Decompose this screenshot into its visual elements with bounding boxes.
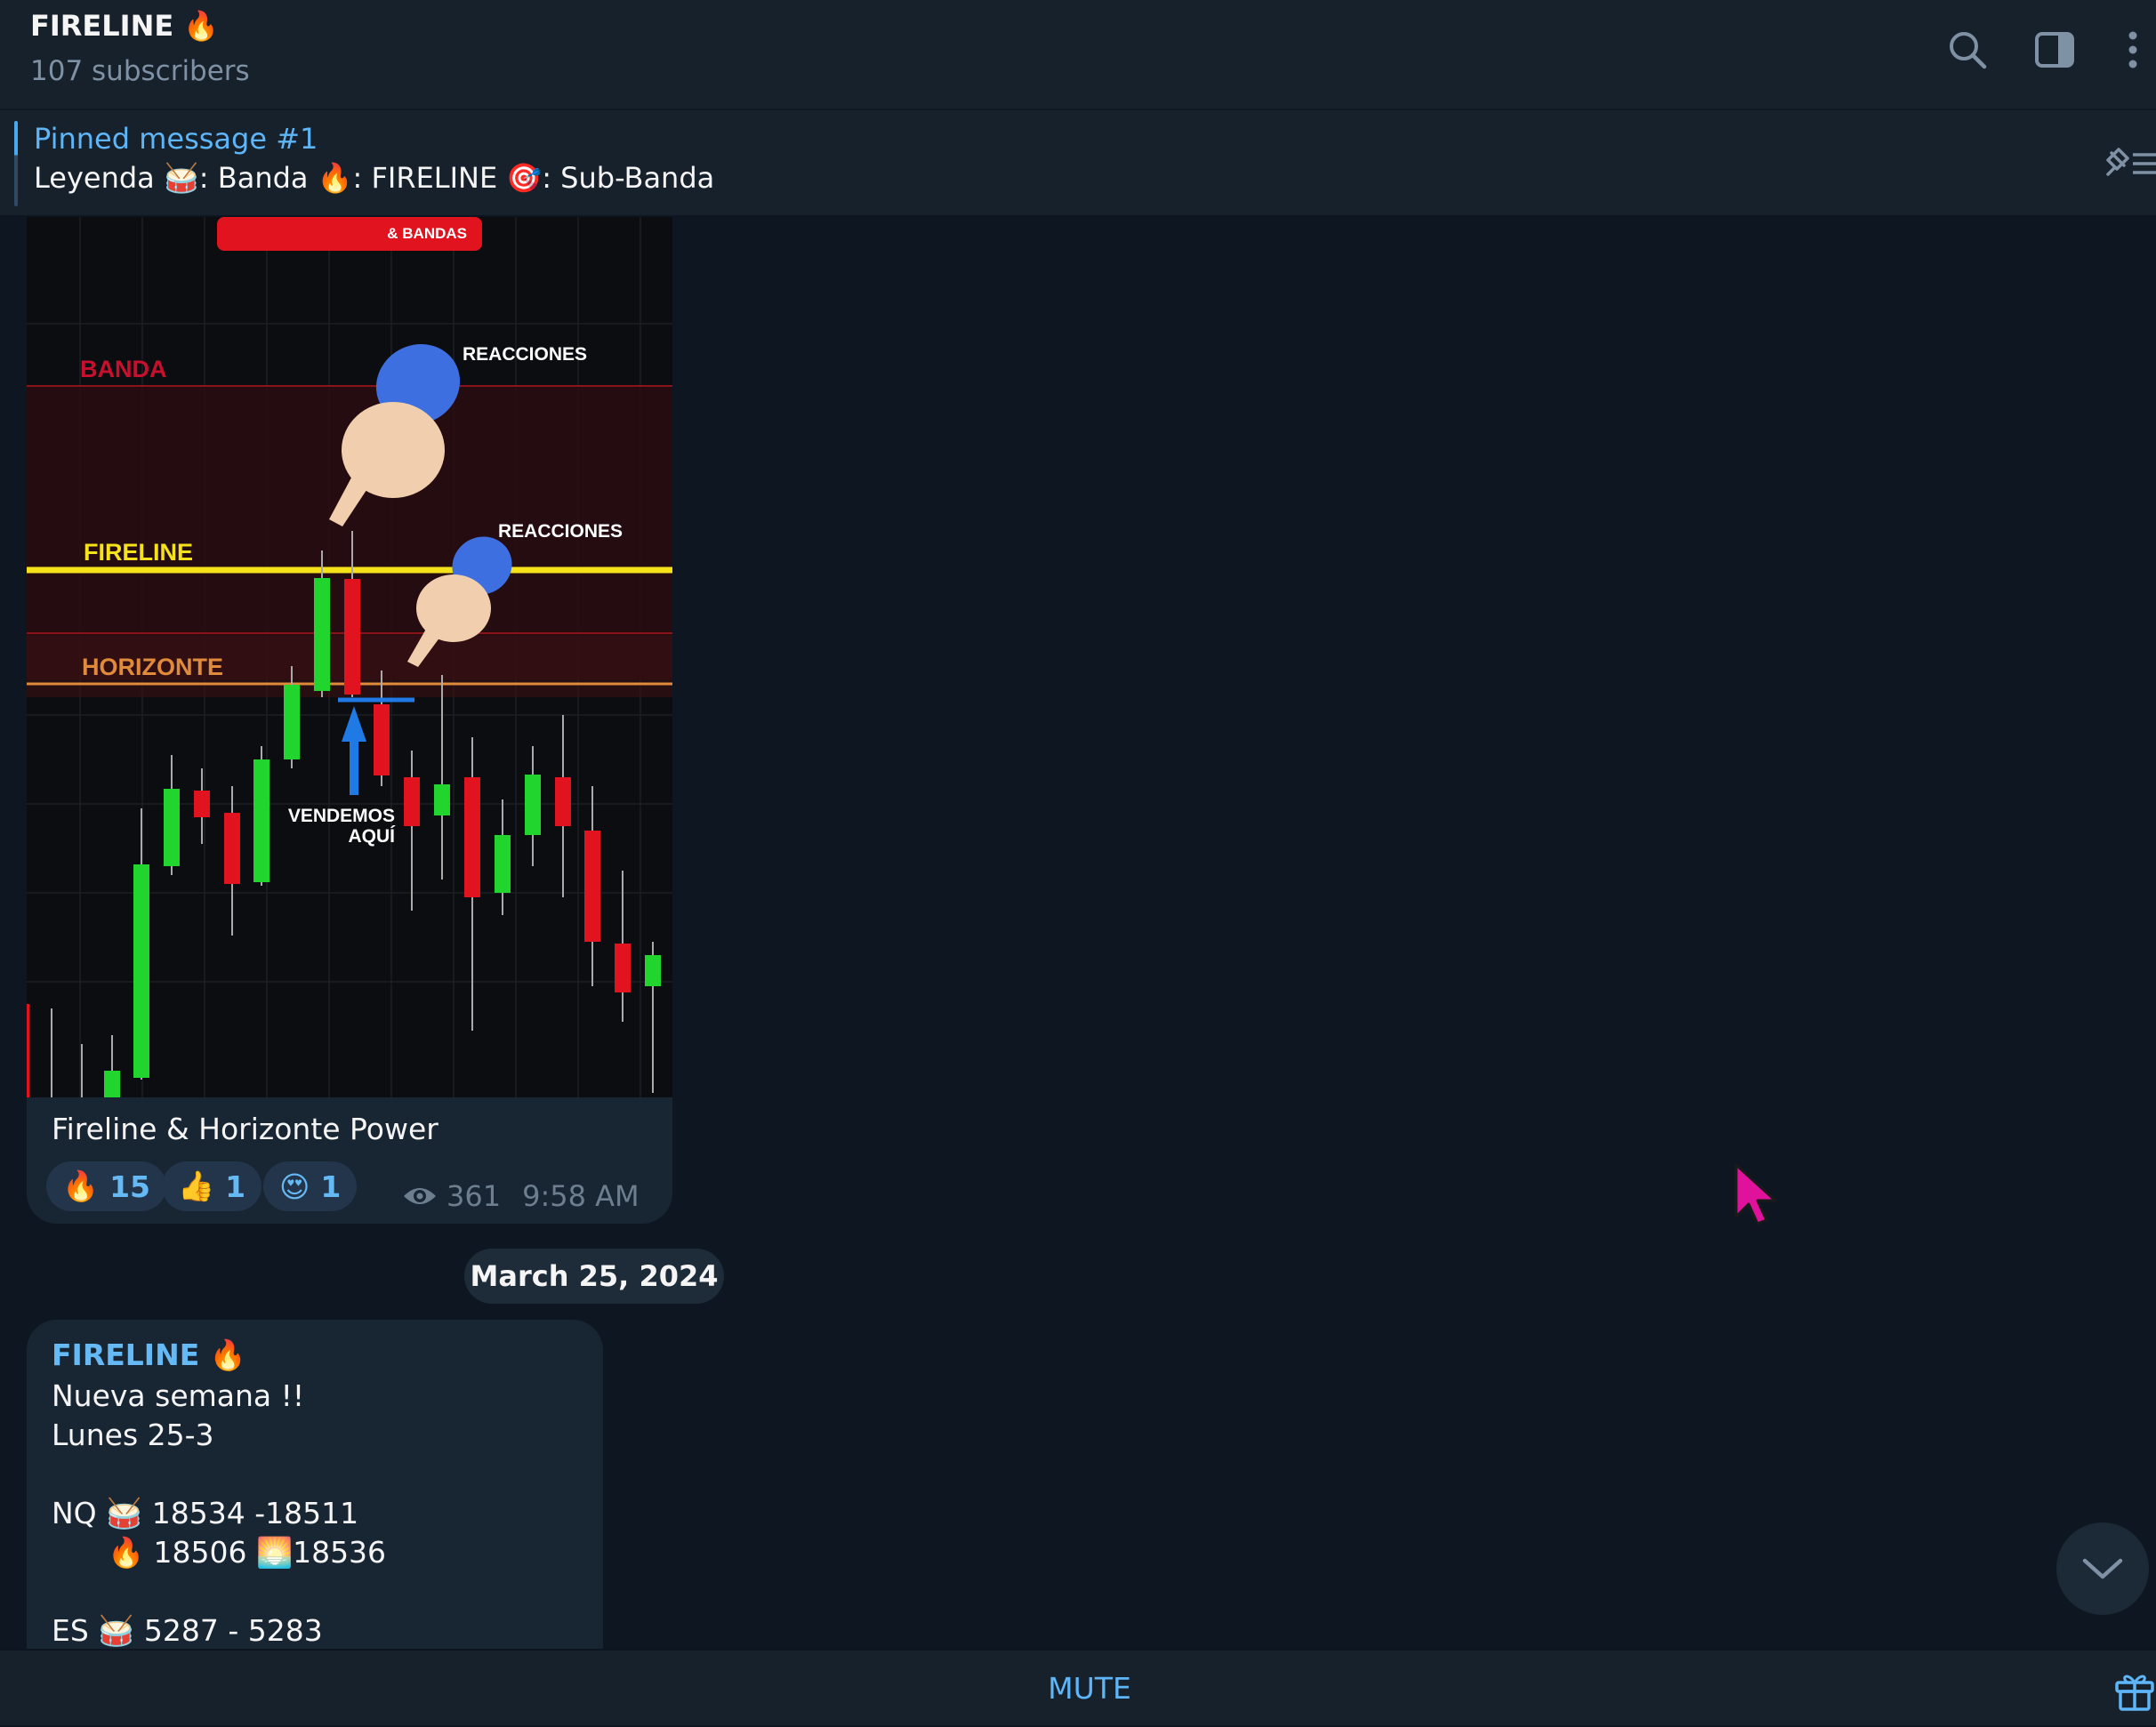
reaction-emoji: 😍 xyxy=(279,1169,310,1204)
chevron-down-icon xyxy=(2082,1558,2123,1579)
reaction-emoji: 👍 xyxy=(178,1169,215,1203)
reaction-fire[interactable]: 🔥 15 xyxy=(46,1161,167,1211)
message-line: Nueva semana !! xyxy=(52,1378,305,1413)
message-line: NQ 🥁 18534 -18511 xyxy=(52,1496,359,1530)
message-meta: 361 9:58 AM xyxy=(402,1179,640,1213)
message-time: 9:58 AM xyxy=(522,1179,640,1213)
banner-bandas-text: & BANDAS xyxy=(387,225,467,242)
view-count: 361 xyxy=(446,1179,502,1213)
pinned-text: Leyenda 🥁: Banda 🔥: FIRELINE 🎯: Sub-Band… xyxy=(34,161,715,195)
pin-list-icon[interactable] xyxy=(2096,141,2156,187)
pinned-indicator xyxy=(14,121,18,206)
date-separator: March 25, 2024 xyxy=(464,1249,724,1304)
more-vertical-icon[interactable] xyxy=(2112,27,2147,73)
gift-icon[interactable] xyxy=(2112,1667,2156,1711)
reaction-count: 1 xyxy=(320,1169,342,1204)
eye-icon xyxy=(404,1188,436,1204)
fireline-label: FIRELINE xyxy=(84,539,193,566)
message-line: 🔥 18506 🌅18536 xyxy=(52,1535,387,1570)
reaction-emoji: 🔥 xyxy=(62,1169,100,1203)
message-sender[interactable]: FIRELINE 🔥 xyxy=(52,1337,246,1373)
subscriber-count: 107 subscribers xyxy=(30,55,250,87)
mute-button[interactable]: MUTE xyxy=(0,1651,2156,1727)
search-icon[interactable] xyxy=(1944,27,1991,73)
reacciones-label-2: REACCIONES xyxy=(498,521,623,542)
mouse-cursor-icon xyxy=(1734,1163,1777,1225)
message-bubble-photo[interactable]: & BANDAS BANDA FIRELINE HORIZONTE REACCI… xyxy=(27,217,672,1224)
reaction-thumbs-up[interactable]: 👍 1 xyxy=(162,1161,262,1211)
message-line: Lunes 25-3 xyxy=(52,1418,214,1452)
scroll-to-bottom-button[interactable] xyxy=(2056,1522,2149,1615)
chat-header[interactable]: FIRELINE 🔥 107 subscribers xyxy=(0,0,2156,110)
bottom-bar: MUTE xyxy=(0,1649,2156,1725)
reaction-count: 1 xyxy=(225,1169,246,1204)
channel-title[interactable]: FIRELINE 🔥 xyxy=(30,9,219,43)
sidebar-toggle-icon[interactable] xyxy=(2031,27,2078,73)
pinned-title: Pinned message #1 xyxy=(34,122,318,156)
reacciones-label-1: REACCIONES xyxy=(463,344,587,365)
message-bubble-text[interactable]: FIRELINE 🔥 Nueva semana !! Lunes 25-3 NQ… xyxy=(27,1320,603,1658)
banda-label: BANDA xyxy=(80,356,167,382)
reaction-heart-eyes[interactable]: 😍 1 xyxy=(263,1161,358,1211)
horizonte-label: HORIZONTE xyxy=(82,654,223,680)
pinned-message-bar[interactable]: Pinned message #1 Leyenda 🥁: Banda 🔥: FI… xyxy=(0,110,2156,217)
photo-caption: Fireline & Horizonte Power xyxy=(52,1112,438,1146)
chart-photo[interactable]: & BANDAS BANDA FIRELINE HORIZONTE REACCI… xyxy=(27,217,672,1097)
aqui-label: AQUÍ xyxy=(349,826,397,847)
message-line: ES 🥁 5287 - 5283 xyxy=(52,1613,323,1648)
vendemos-label: VENDEMOS xyxy=(288,806,395,826)
reaction-count: 15 xyxy=(109,1169,151,1204)
